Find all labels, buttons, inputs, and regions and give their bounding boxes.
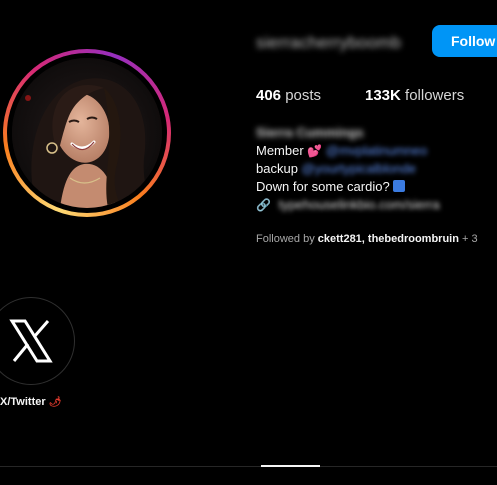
bio-mention-link-2[interactable]: @yourtypicalblonde <box>302 161 416 176</box>
tab-divider <box>0 466 497 467</box>
link-icon: 🔗 <box>256 198 271 212</box>
followed-by[interactable]: Followed by ckett281, thebedroombruin + … <box>256 233 478 245</box>
bio-line-3: Down for some cardio? <box>256 178 440 196</box>
follow-button[interactable]: Follow <box>432 25 497 57</box>
profile-username: sierracherryboomb <box>256 33 402 52</box>
bio-line-3-text: Down for some cardio? <box>256 179 390 194</box>
bio-line-2: backup @yourtypicalblonde <box>256 160 440 178</box>
followed-by-suffix: + 3 <box>462 233 478 245</box>
chili-pepper-emoji-icon: 🌶 <box>48 397 62 408</box>
bio-line-1-text: Member <box>256 143 304 158</box>
posts-stat[interactable]: 406 posts <box>256 87 321 104</box>
highlight-label[interactable]: X/Twitter 🌶 <box>0 396 61 408</box>
posts-label: posts <box>285 87 322 104</box>
highlight-label-text: X/Twitter <box>0 396 46 408</box>
followers-stat[interactable]: 133K followers <box>365 87 464 104</box>
highlight-x-twitter[interactable] <box>0 297 75 385</box>
x-logo-icon <box>9 319 53 363</box>
down-arrow-emoji-icon <box>393 180 406 192</box>
profile-bio: Sierra Cummings Member 💕 @mvplatinumneo … <box>256 124 440 214</box>
followed-by-names: ckett281, thebedroombruin <box>317 233 459 245</box>
bio-external-link-row[interactable]: 🔗 typehouselinkbio.com/sierra <box>256 196 440 214</box>
heart-emoji-icon: 💕 <box>307 144 323 158</box>
bio-line-2-text: backup <box>256 161 298 176</box>
followers-label: followers <box>405 87 465 104</box>
avatar[interactable] <box>12 58 162 208</box>
posts-count: 406 <box>256 87 282 104</box>
followed-by-prefix: Followed by <box>256 233 315 245</box>
followers-count: 133K <box>365 87 401 104</box>
avatar-gap <box>7 53 167 213</box>
active-tab-indicator <box>261 465 320 467</box>
bio-mention-link-1[interactable]: @mvplatinumneo <box>326 143 427 158</box>
avatar-story-ring[interactable] <box>3 49 171 217</box>
bio-external-link[interactable]: typehouselinkbio.com/sierra <box>279 197 440 212</box>
avatar-photo-illustration <box>12 58 162 208</box>
bio-line-1: Member 💕 @mvplatinumneo <box>256 142 440 160</box>
profile-full-name: Sierra Cummings <box>256 125 364 140</box>
